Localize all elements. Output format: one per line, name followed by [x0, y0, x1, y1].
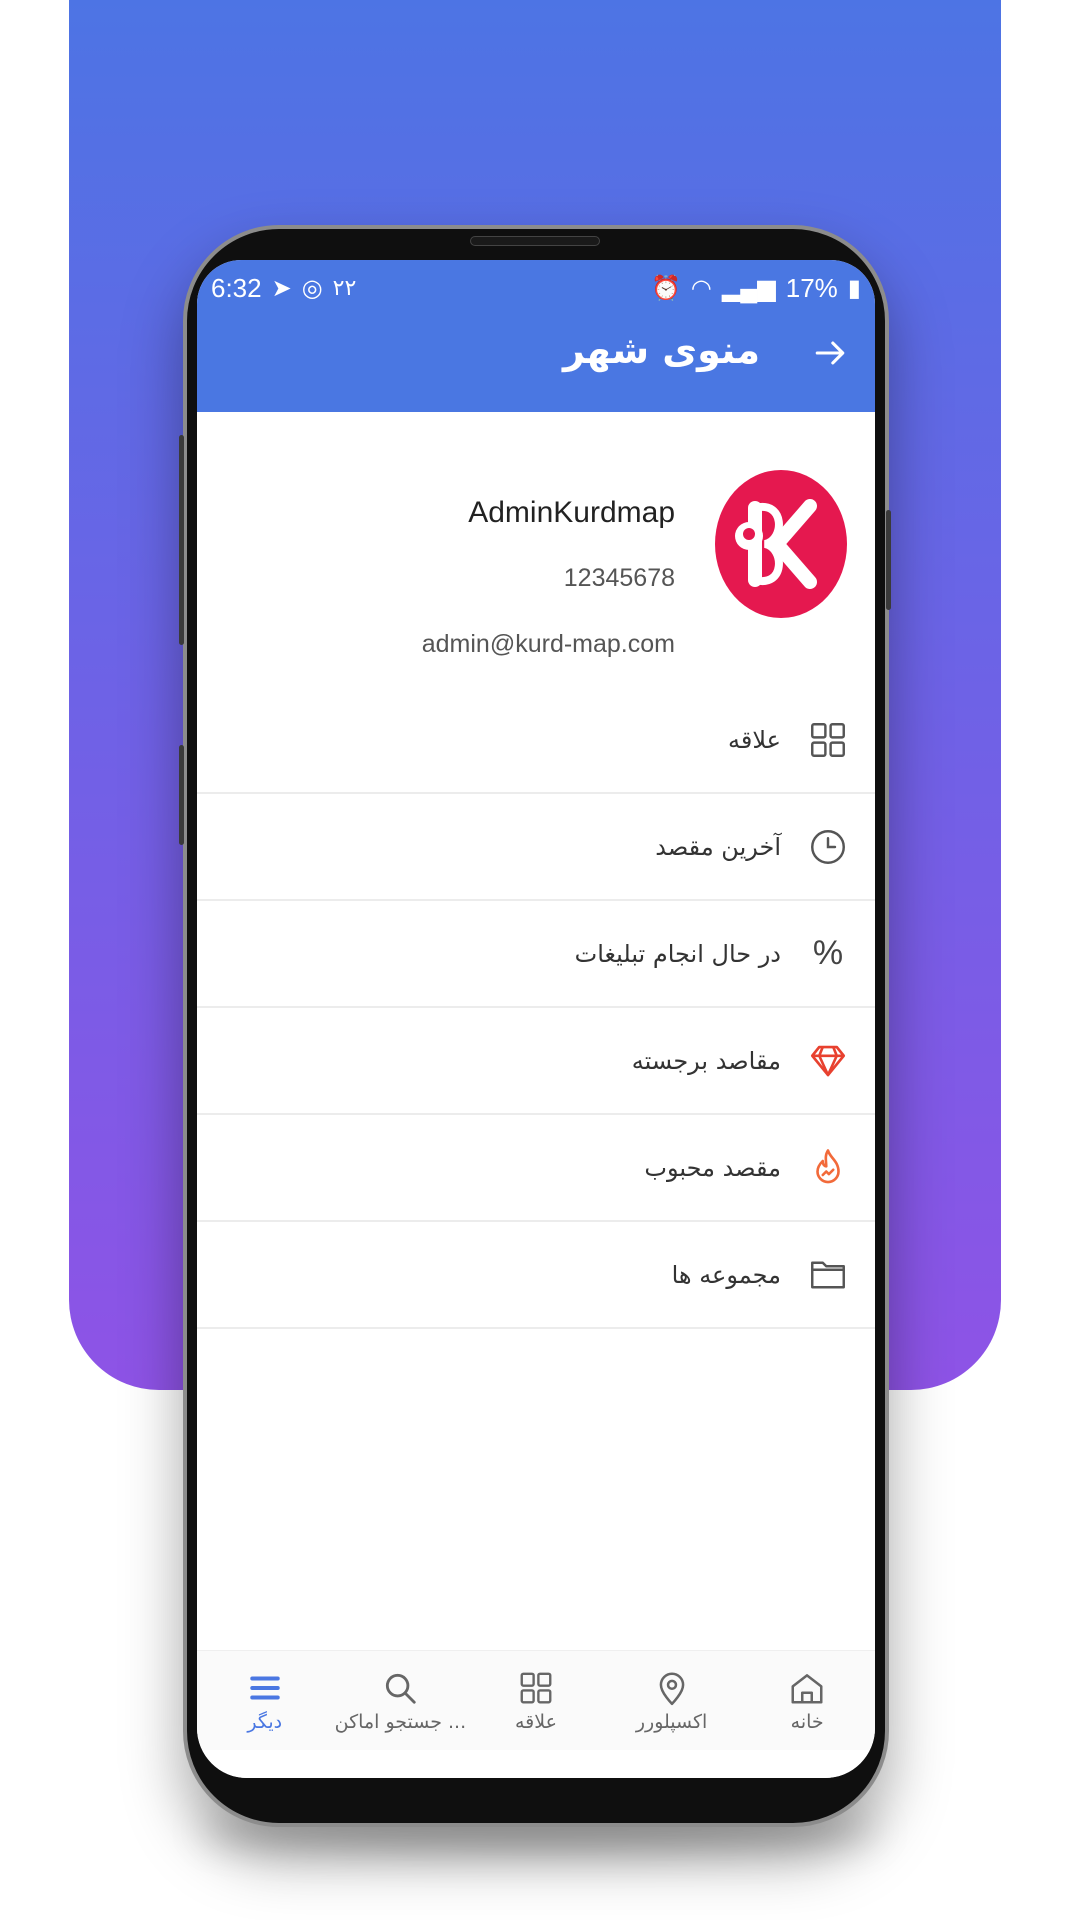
- profile-email: admin@kurd-map.com: [421, 630, 675, 658]
- grid-icon: [520, 1672, 552, 1703]
- phone-side-button: [179, 435, 184, 645]
- alarm-icon: ⏰: [650, 274, 681, 302]
- phone-earpiece: [470, 236, 600, 246]
- menu-item-label: آخرین مقصد: [655, 832, 781, 861]
- telegram-icon: ➤: [271, 274, 292, 302]
- kurdmap-logo-icon: [735, 499, 817, 589]
- phone-screen: 6:32 ➤ ◎ ۲۲ ⏰ ◠ ▂▄▆ 17% ▮ منوی شهر Admin…: [197, 260, 875, 1778]
- nav-label: اکسپلورر: [635, 1710, 708, 1733]
- profile-phone: 12345678: [563, 564, 675, 592]
- nav-item-explorer[interactable]: اکسپلورر: [607, 1669, 737, 1733]
- wifi-icon: ◠: [690, 274, 712, 302]
- nav-item-search[interactable]: جستجو اماکن ...: [334, 1669, 467, 1733]
- back-arrow-icon[interactable]: [813, 336, 847, 370]
- location-pin-icon: [659, 1672, 684, 1705]
- battery-icon: ▮: [847, 274, 861, 302]
- nav-label: جستجو اماکن ...: [334, 1710, 467, 1733]
- nav-label: علاقه: [515, 1710, 557, 1733]
- avatar: [715, 470, 847, 618]
- menu-icon: [250, 1675, 280, 1700]
- profile-name: AdminKurdmap: [468, 496, 675, 529]
- menu-item-popular-destination[interactable]: مقصد محبوب: [197, 1115, 875, 1222]
- nav-item-home[interactable]: خانه: [742, 1669, 872, 1733]
- nav-item-favorites[interactable]: علاقه: [471, 1669, 601, 1733]
- fire-icon: [807, 1147, 849, 1189]
- status-bar: 6:32 ➤ ◎ ۲۲ ⏰ ◠ ▂▄▆ 17% ▮: [211, 268, 861, 308]
- nav-label: دیگر: [247, 1710, 283, 1733]
- menu-list: علاقه آخرین مقصد در حال انجام تبلیغات % …: [197, 687, 875, 1329]
- status-extra: ۲۲: [332, 275, 357, 300]
- folder-icon: [807, 1254, 849, 1296]
- grid-icon: [807, 719, 849, 761]
- diamond-icon: [807, 1040, 849, 1082]
- page-title: منوی شهر: [562, 328, 760, 372]
- menu-item-promotions[interactable]: در حال انجام تبلیغات %: [197, 901, 875, 1008]
- menu-item-label: مقصد محبوب: [644, 1153, 781, 1182]
- nav-item-more[interactable]: دیگر: [200, 1669, 330, 1733]
- menu-item-favorites[interactable]: علاقه: [197, 687, 875, 794]
- profile-header: AdminKurdmap 12345678 admin@kurd-map.com: [197, 412, 875, 672]
- menu-item-last-destination[interactable]: آخرین مقصد: [197, 794, 875, 901]
- nav-label: خانه: [790, 1710, 824, 1733]
- phone-side-button: [886, 510, 891, 610]
- bottom-navigation: دیگر جستجو اماکن ... علاقه اکسپلورر خانه: [197, 1650, 875, 1750]
- clock-icon: [807, 826, 849, 868]
- phone-side-button: [179, 745, 184, 845]
- location-status-icon: ◎: [301, 274, 323, 302]
- status-time: 6:32: [211, 272, 262, 303]
- menu-item-label: مقاصد برجسته: [631, 1046, 781, 1075]
- app-bar: 6:32 ➤ ◎ ۲۲ ⏰ ◠ ▂▄▆ 17% ▮ منوی شهر: [197, 260, 875, 412]
- menu-item-collections[interactable]: مجموعه ها: [197, 1222, 875, 1329]
- menu-item-label: مجموعه ها: [671, 1260, 781, 1289]
- menu-item-featured-destinations[interactable]: مقاصد برجسته: [197, 1008, 875, 1115]
- home-icon: [791, 1673, 823, 1704]
- screen-bottom-area: [197, 1750, 875, 1778]
- percent-icon: %: [812, 934, 844, 972]
- search-icon: [386, 1673, 417, 1704]
- signal-icon: ▂▄▆: [721, 274, 776, 302]
- battery-percent: 17%: [785, 272, 838, 303]
- menu-item-label: علاقه: [728, 725, 781, 754]
- menu-item-label: در حال انجام تبلیغات: [574, 939, 781, 968]
